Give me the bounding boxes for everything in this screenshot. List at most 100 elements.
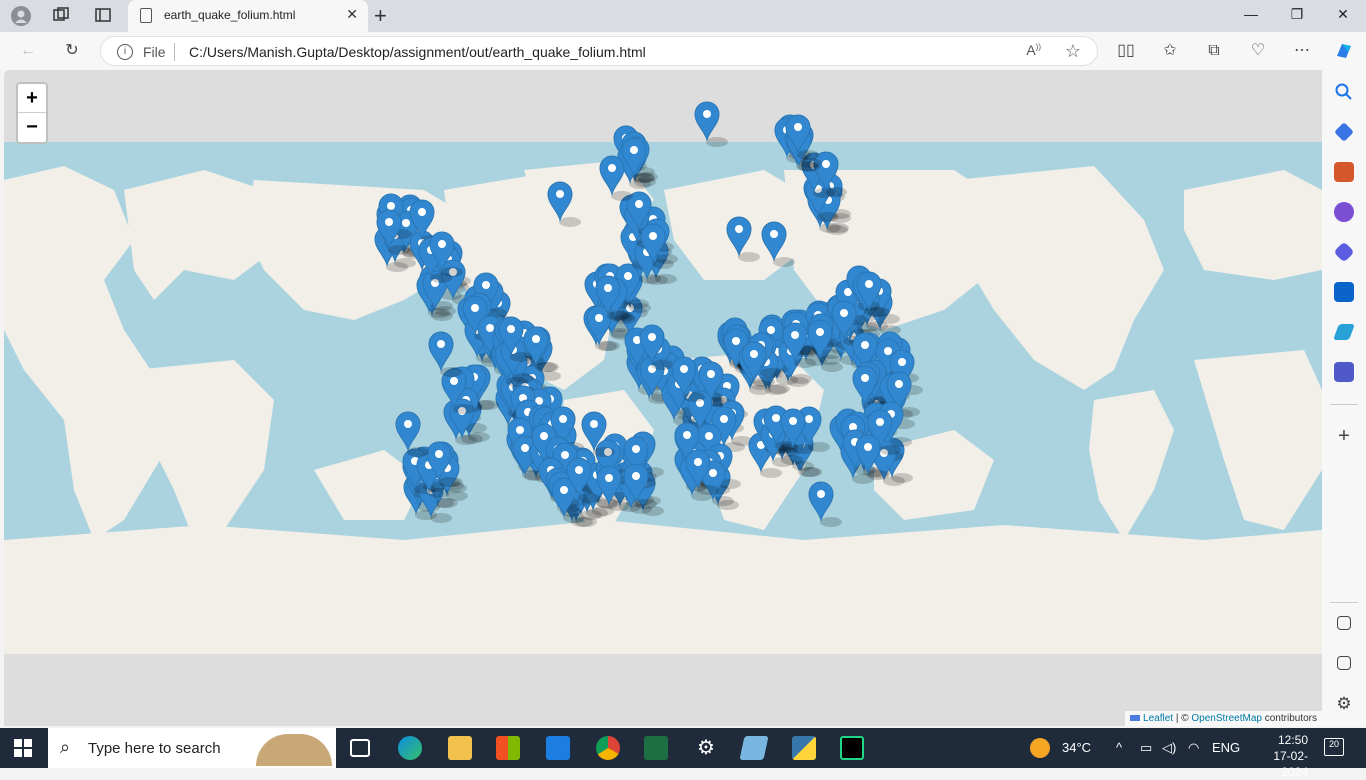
profile-icon[interactable] — [10, 6, 32, 26]
marker-dot — [649, 232, 657, 240]
show-hidden-icons-icon[interactable]: ^ — [1116, 740, 1122, 755]
marker-shadow — [461, 434, 483, 444]
microsoft365-icon[interactable] — [1333, 241, 1355, 263]
marker-dot — [385, 218, 393, 226]
hide-sidebar-icon[interactable] — [1337, 616, 1351, 630]
marker-shadow — [760, 368, 782, 378]
zoom-in-button[interactable]: + — [18, 84, 46, 113]
shopping-tag-icon[interactable] — [1334, 122, 1354, 142]
earthquake-map[interactable] — [4, 70, 1322, 726]
marker-dot — [794, 123, 802, 131]
outlook-icon[interactable] — [1334, 282, 1354, 302]
attribution-tail: contributors — [1261, 713, 1317, 724]
info-icon[interactable]: i — [117, 44, 133, 60]
weather-temp[interactable]: 34°C — [1062, 740, 1091, 755]
marker-dot — [630, 146, 638, 154]
leaflet-link[interactable]: Leaflet — [1143, 713, 1173, 724]
teams-icon[interactable] — [1334, 362, 1354, 382]
close-tab-icon[interactable]: ✕ — [346, 6, 358, 23]
refresh-icon[interactable]: ↻ — [60, 40, 84, 62]
marker-dot — [898, 358, 906, 366]
leaflet-flag-icon — [1130, 715, 1141, 721]
clock-time: 12:50 — [1277, 733, 1308, 747]
marker-shadow — [407, 447, 429, 457]
notepad-icon[interactable] — [739, 736, 769, 760]
marker-dot — [540, 432, 548, 440]
clock[interactable]: 12:50 17-02-2024 — [1262, 732, 1308, 780]
notifications-icon[interactable]: 20 — [1324, 738, 1344, 756]
document-icon — [140, 8, 152, 23]
active-tab[interactable]: earth_quake_folium.html ✕ — [128, 0, 368, 32]
marker-dot — [861, 374, 869, 382]
games-icon[interactable] — [1334, 202, 1354, 222]
excel-icon[interactable] — [644, 736, 668, 760]
battery-icon[interactable]: ▭ — [1140, 740, 1152, 756]
edge-taskbar-icon[interactable] — [398, 736, 422, 760]
marker-shadow — [535, 362, 557, 372]
tab-actions-icon[interactable] — [92, 6, 114, 26]
browser-essentials-icon[interactable]: ♡ — [1246, 40, 1270, 62]
volume-icon[interactable]: ◁) — [1162, 740, 1176, 756]
search-highlight-image — [256, 734, 332, 766]
osm-link[interactable]: OpenStreetMap — [1191, 713, 1262, 724]
marker-dot — [840, 309, 848, 317]
read-aloud-icon[interactable]: A)) — [1026, 42, 1041, 58]
marker-dot — [876, 418, 884, 426]
marker-shadow — [868, 307, 890, 317]
address-separator — [174, 43, 175, 61]
python-icon[interactable] — [792, 736, 816, 760]
marker-shadow — [635, 499, 657, 509]
marker-shadow — [753, 377, 775, 387]
pycharm-icon[interactable] — [840, 736, 864, 760]
marker-shadow — [794, 358, 816, 368]
more-options-icon[interactable]: ⋯ — [1290, 40, 1314, 62]
marker-dot — [817, 490, 825, 498]
marker-shadow — [453, 404, 475, 414]
send-icon[interactable] — [1333, 324, 1355, 340]
settings-gear-icon[interactable]: ⚙ — [1334, 694, 1354, 714]
search-icon[interactable] — [1334, 82, 1354, 102]
taskbar-search[interactable]: ⌕ Type here to search — [48, 728, 336, 768]
favorite-star-icon[interactable]: ☆ — [1065, 41, 1081, 62]
marker-dot — [559, 415, 567, 423]
back-icon[interactable]: ← — [16, 40, 40, 62]
microsoft-store-icon[interactable] — [496, 736, 520, 760]
language-indicator[interactable]: ENG — [1212, 740, 1240, 755]
marker-shadow — [820, 517, 842, 527]
favorites-icon[interactable]: ✩ — [1158, 40, 1182, 62]
copilot-icon[interactable] — [1332, 40, 1356, 62]
marker-dot — [705, 432, 713, 440]
address-bar[interactable]: i File C:/Users/Manish.Gupta/Desktop/ass… — [100, 36, 1098, 66]
marker-shadow — [652, 259, 674, 269]
weather-sun-icon — [1030, 738, 1050, 758]
restore-icon[interactable]: ❐ — [1282, 6, 1312, 23]
mail-icon[interactable] — [546, 736, 570, 760]
browser-toolbar: ← ↻ i File C:/Users/Manish.Gupta/Desktop… — [0, 32, 1366, 70]
workspaces-icon[interactable] — [50, 6, 72, 26]
marker-dot — [770, 230, 778, 238]
zoom-out-button[interactable]: − — [18, 113, 46, 142]
marker-dot — [575, 466, 583, 474]
marker-dot — [861, 341, 869, 349]
marker-dot — [694, 458, 702, 466]
marker-shadow — [697, 485, 719, 495]
task-view-icon[interactable] — [350, 739, 370, 757]
minimize-icon[interactable]: — — [1236, 6, 1266, 22]
split-screen-icon[interactable]: ▯▯ — [1114, 40, 1138, 62]
collections-icon[interactable]: ⧉ — [1202, 40, 1226, 62]
marker-dot — [865, 280, 873, 288]
url-text[interactable]: C:/Users/Manish.Gupta/Desktop/assignment… — [189, 44, 646, 60]
marker-shadow — [559, 217, 581, 227]
open-external-icon[interactable] — [1337, 656, 1351, 670]
tools-briefcase-icon[interactable] — [1334, 162, 1354, 182]
wifi-icon[interactable]: ◠ — [1188, 740, 1199, 756]
close-window-icon[interactable]: ✕ — [1328, 6, 1358, 23]
chrome-icon[interactable] — [596, 736, 620, 760]
file-explorer-icon[interactable] — [448, 736, 472, 760]
marker-shadow — [792, 444, 814, 454]
marker-shadow — [798, 162, 820, 172]
new-tab-icon[interactable]: + — [374, 3, 387, 29]
add-sidebar-icon[interactable]: + — [1334, 426, 1354, 446]
settings-icon[interactable]: ⚙ — [694, 736, 718, 760]
windows-start-icon[interactable] — [14, 739, 32, 757]
